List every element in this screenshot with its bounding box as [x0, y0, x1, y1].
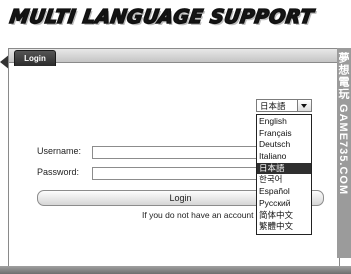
language-option-english[interactable]: English [257, 116, 311, 128]
language-option-japanese[interactable]: 日本語 [257, 162, 311, 175]
language-option-korean[interactable]: 한국어 [257, 174, 311, 186]
language-option-traditional-chinese[interactable]: 繁體中文 [257, 221, 311, 233]
bottom-bar [0, 266, 351, 274]
language-option-german[interactable]: Deutsch [257, 139, 311, 151]
language-select[interactable]: 日本語 [256, 99, 312, 112]
multi-language-banner: MULTI LANGUAGE SUPPORT [8, 5, 316, 29]
watermark-text: 夢想電玩 GAME735.COM [337, 52, 349, 196]
password-input[interactable] [92, 167, 264, 180]
language-option-simplified-chinese[interactable]: 简体中文 [257, 210, 311, 222]
register-hint-text: If you do not have an account [142, 210, 254, 220]
language-dropdown-list: English Français Deutsch Italiano 日本語 한국… [256, 114, 312, 235]
language-option-spanish[interactable]: Español [257, 186, 311, 198]
username-label: Username: [37, 146, 82, 156]
chevron-down-icon[interactable] [297, 100, 311, 111]
language-option-russian[interactable]: Русский [257, 198, 311, 210]
language-option-french[interactable]: Français [257, 128, 311, 140]
password-label: Password: [37, 167, 80, 177]
username-input[interactable] [92, 146, 264, 159]
language-select-value: 日本語 [260, 101, 286, 111]
tab-login[interactable]: Login [14, 50, 56, 66]
language-option-italian[interactable]: Italiano [257, 151, 311, 163]
